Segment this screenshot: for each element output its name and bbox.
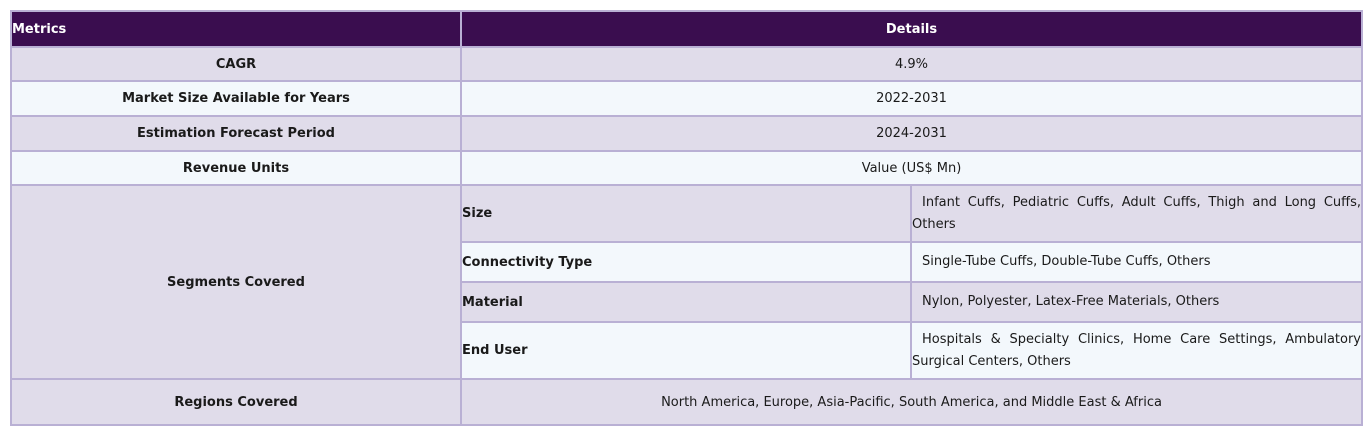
table-row: Estimation Forecast Period 2024-2031 [10, 115, 1363, 152]
segment-value-connectivity: Single-Tube Cuffs, Double-Tube Cuffs, Ot… [910, 241, 1363, 283]
segment-value-material: Nylon, Polyester, Latex-Free Materials, … [910, 281, 1363, 323]
metric-revenue-units: Revenue Units [10, 150, 462, 186]
value-regions-covered: North America, Europe, Asia-Pacific, Sou… [460, 378, 1363, 426]
value-forecast-period: 2024-2031 [460, 115, 1363, 152]
metrics-header: Metrics [10, 10, 462, 48]
metric-segments-covered: Segments Covered [10, 184, 462, 380]
table-row: CAGR 4.9% [10, 46, 1363, 82]
metric-market-size-years: Market Size Available for Years [10, 80, 462, 117]
header-row: Metrics Details [10, 10, 1363, 48]
details-header: Details [460, 10, 1363, 48]
table-row: Revenue Units Value (US$ Mn) [10, 150, 1363, 186]
segment-label-end-user: End User [460, 321, 912, 380]
segment-value-end-user: Hospitals & Specialty Clinics, Home Care… [910, 321, 1363, 380]
segment-label-size: Size [460, 184, 912, 243]
table-row: Segments Covered Size Infant Cuffs, Pedi… [10, 184, 1363, 380]
metric-cagr: CAGR [10, 46, 462, 82]
value-market-size-years: 2022-2031 [460, 80, 1363, 117]
segment-value-size: Infant Cuffs, Pediatric Cuffs, Adult Cuf… [910, 184, 1363, 243]
report-scope-table: Metrics Details CAGR 4.9% Market Size Av… [10, 10, 1363, 426]
segment-label-material: Material [460, 281, 912, 323]
metric-forecast-period: Estimation Forecast Period [10, 115, 462, 152]
value-cagr: 4.9% [460, 46, 1363, 82]
table-row: Regions Covered North America, Europe, A… [10, 378, 1363, 426]
segment-label-connectivity: Connectivity Type [460, 241, 912, 283]
table-row: Market Size Available for Years 2022-203… [10, 80, 1363, 117]
metric-regions-covered: Regions Covered [10, 378, 462, 426]
value-revenue-units: Value (US$ Mn) [460, 150, 1363, 186]
